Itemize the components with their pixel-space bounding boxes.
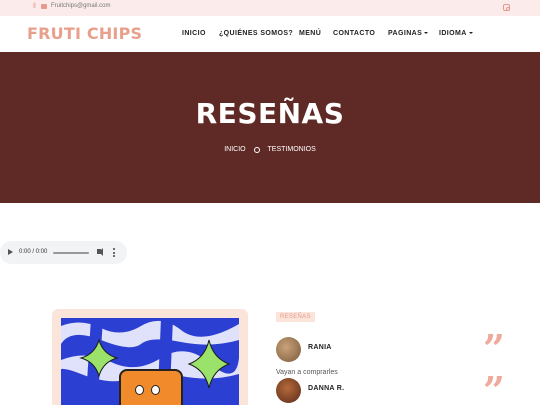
more-options-icon[interactable]: [113, 248, 115, 257]
page-title: RESEÑAS: [195, 97, 345, 130]
audio-time: 0:00 / 0:00: [19, 249, 48, 255]
circle-separator-icon: [253, 146, 260, 153]
mail-icon: [41, 4, 47, 9]
volume-icon[interactable]: [97, 247, 103, 256]
mascot-eye: [135, 385, 144, 395]
quote-icon: ”: [483, 326, 505, 371]
testimonial-name: RANIA: [308, 344, 332, 351]
nav-contacto[interactable]: CONTACTO: [333, 30, 375, 37]
section-tag: RESEÑAS: [276, 312, 315, 322]
nav-idioma-label: IDIOMA: [439, 30, 467, 37]
product-image-card: [52, 309, 248, 405]
top-bar: ‖ Fruitchips@gmail.com: [0, 0, 540, 16]
contact-email[interactable]: Fruitchips@gmail.com: [51, 3, 110, 9]
mascot-eye: [151, 385, 160, 395]
site-logo[interactable]: FRUTI CHIPS: [27, 24, 142, 43]
page-hero: RESEÑAS INICIO TESTIMONIOS: [0, 52, 540, 203]
nav-quienes-somos[interactable]: ¿QUIÉNES SOMOS?: [219, 30, 293, 37]
nav-inicio[interactable]: INICIO: [182, 30, 206, 37]
avatar: [276, 337, 301, 362]
nav-menu[interactable]: MENÚ: [299, 30, 321, 37]
play-icon[interactable]: [8, 249, 13, 255]
testimonial-name: DANNA R.: [308, 385, 345, 392]
chip-bag-mascot: [119, 369, 183, 405]
phone-icon[interactable]: ‖: [33, 3, 36, 10]
breadcrumb-testimonios: TESTIMONIOS: [267, 146, 316, 153]
breadcrumb-inicio[interactable]: INICIO: [224, 146, 245, 153]
avatar: [276, 378, 301, 403]
audio-player: 0:00 / 0:00: [0, 241, 127, 264]
chevron-down-icon: [424, 32, 429, 35]
nav-idioma[interactable]: IDIOMA: [439, 30, 473, 37]
nav-paginas[interactable]: PAGINAS: [388, 30, 429, 37]
fruti-chips-illustration: [61, 318, 239, 405]
instagram-icon[interactable]: [503, 4, 510, 11]
breadcrumb: INICIO TESTIMONIOS: [0, 146, 540, 153]
nav-paginas-label: PAGINAS: [388, 30, 423, 37]
audio-progress-slider[interactable]: [53, 252, 89, 254]
chevron-down-icon: [468, 32, 473, 35]
testimonial-text: Vayan a comprarles: [276, 369, 338, 376]
main-navbar: FRUTI CHIPS INICIO ¿QUIÉNES SOMOS? MENÚ …: [0, 16, 540, 52]
quote-icon: ”: [483, 368, 505, 405]
